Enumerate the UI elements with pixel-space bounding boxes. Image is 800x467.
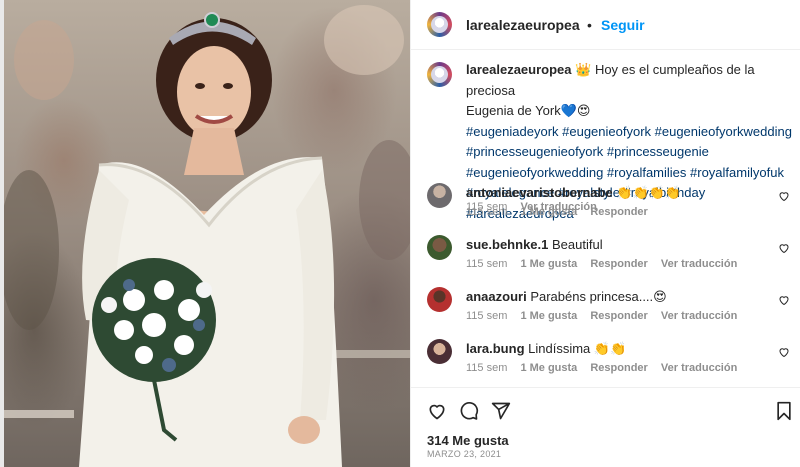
comment-avatar[interactable] <box>427 339 452 364</box>
comment-body: Lindíssima 👏👏 <box>528 341 627 356</box>
comment-reply-button[interactable]: Responder <box>590 258 647 270</box>
caption-avatar[interactable] <box>427 62 452 87</box>
comment-like-heart-icon[interactable] <box>778 242 790 254</box>
comment-username[interactable]: lara.bung <box>466 341 525 356</box>
comment-time[interactable]: 115 sem <box>466 258 507 270</box>
comment-avatar[interactable] <box>427 235 452 260</box>
comment-time[interactable]: 115 sem <box>466 206 507 218</box>
comments-list[interactable]: larealezaeuropea 👑 Hoy es el cumpleaños … <box>411 50 800 385</box>
comment-avatar[interactable] <box>427 183 452 208</box>
follow-button[interactable]: Seguir <box>601 17 645 33</box>
comment-username[interactable]: sue.behnke.1 <box>466 237 548 252</box>
comment-translate-link[interactable]: Ver traducción <box>661 362 737 374</box>
comment-like-heart-icon[interactable] <box>778 190 790 202</box>
comment-translate-link[interactable]: Ver traducción <box>661 258 737 270</box>
comment-text: anaazouri Parabéns princesa....😍 <box>466 287 766 308</box>
post-photo[interactable] <box>4 0 410 467</box>
caption-author[interactable]: larealezaeuropea <box>466 62 572 77</box>
comment-meta: 115 sem 1 Me gusta Responder Ver traducc… <box>466 362 747 374</box>
likes-count[interactable]: 314 Me gusta <box>427 433 509 448</box>
heart-icon[interactable] <box>427 401 447 421</box>
bookmark-icon[interactable] <box>775 401 793 421</box>
comment-text: lara.bung Lindíssima 👏👏 <box>466 339 766 360</box>
instagram-post: larealezaeuropea • Seguir larealezaeurop… <box>4 0 800 467</box>
caption-hashtags-1[interactable]: #eugeniadeyork #eugenieofyork #eugenieof… <box>466 122 796 143</box>
comment-icon[interactable] <box>459 401 479 421</box>
post-date: MARZO 23, 2021 <box>427 449 502 459</box>
caption-hashtags-3[interactable]: #eugenieofyorkwedding #royalfamilies #ro… <box>466 163 796 184</box>
comment-username[interactable]: anaazouri <box>466 289 527 304</box>
profile-avatar[interactable] <box>427 12 452 37</box>
comment-body: 👏👏👏👏 <box>616 185 682 200</box>
comment-likes[interactable]: 1 Me gusta <box>520 258 577 270</box>
comment-body: Beautiful <box>552 237 603 252</box>
comment-time[interactable]: 115 sem <box>466 362 507 374</box>
comment-avatar[interactable] <box>427 287 452 312</box>
comment-text: antoniaevaristobernabe 👏👏👏👏 <box>466 183 766 204</box>
header-separator: • <box>587 17 592 33</box>
post-header: larealezaeuropea • Seguir <box>411 0 800 50</box>
comment-likes[interactable]: 1 Me gusta <box>520 362 577 374</box>
comment-meta: 115 sem 1 Me gusta Responder Ver traducc… <box>466 258 747 270</box>
comment-reply-button[interactable]: Responder <box>590 362 647 374</box>
comment-likes[interactable]: 1 Me gusta <box>520 310 577 322</box>
caption-hashtags-2[interactable]: #princesseugenieofyork #princesseugenie <box>466 142 796 163</box>
comment-body: Parabéns princesa....😍 <box>530 289 667 304</box>
comment-reply-button[interactable]: Responder <box>590 206 647 218</box>
post-actions: 314 Me gusta MARZO 23, 2021 <box>411 387 800 467</box>
comment-time[interactable]: 115 sem <box>466 310 507 322</box>
comment-meta: 115 sem 1 Me gusta Responder Ver traducc… <box>466 310 747 322</box>
comment-meta: 115 sem 1 Me gusta Responder <box>466 206 658 218</box>
comment-text: sue.behnke.1 Beautiful <box>466 235 766 256</box>
comment-reply-button[interactable]: Responder <box>590 310 647 322</box>
post-sidebar: larealezaeuropea • Seguir larealezaeurop… <box>410 0 800 467</box>
header-username[interactable]: larealezaeuropea <box>466 17 580 33</box>
comment-translate-link[interactable]: Ver traducción <box>661 310 737 322</box>
share-icon[interactable] <box>491 401 511 421</box>
comment-like-heart-icon[interactable] <box>778 346 790 358</box>
comment-like-heart-icon[interactable] <box>778 294 790 306</box>
comment-likes[interactable]: 1 Me gusta <box>520 206 577 218</box>
bride-illustration <box>4 5 410 467</box>
caption-line-2: Eugenia de York💙😍 <box>466 103 591 118</box>
comment-username[interactable]: antoniaevaristobernabe <box>466 185 613 200</box>
